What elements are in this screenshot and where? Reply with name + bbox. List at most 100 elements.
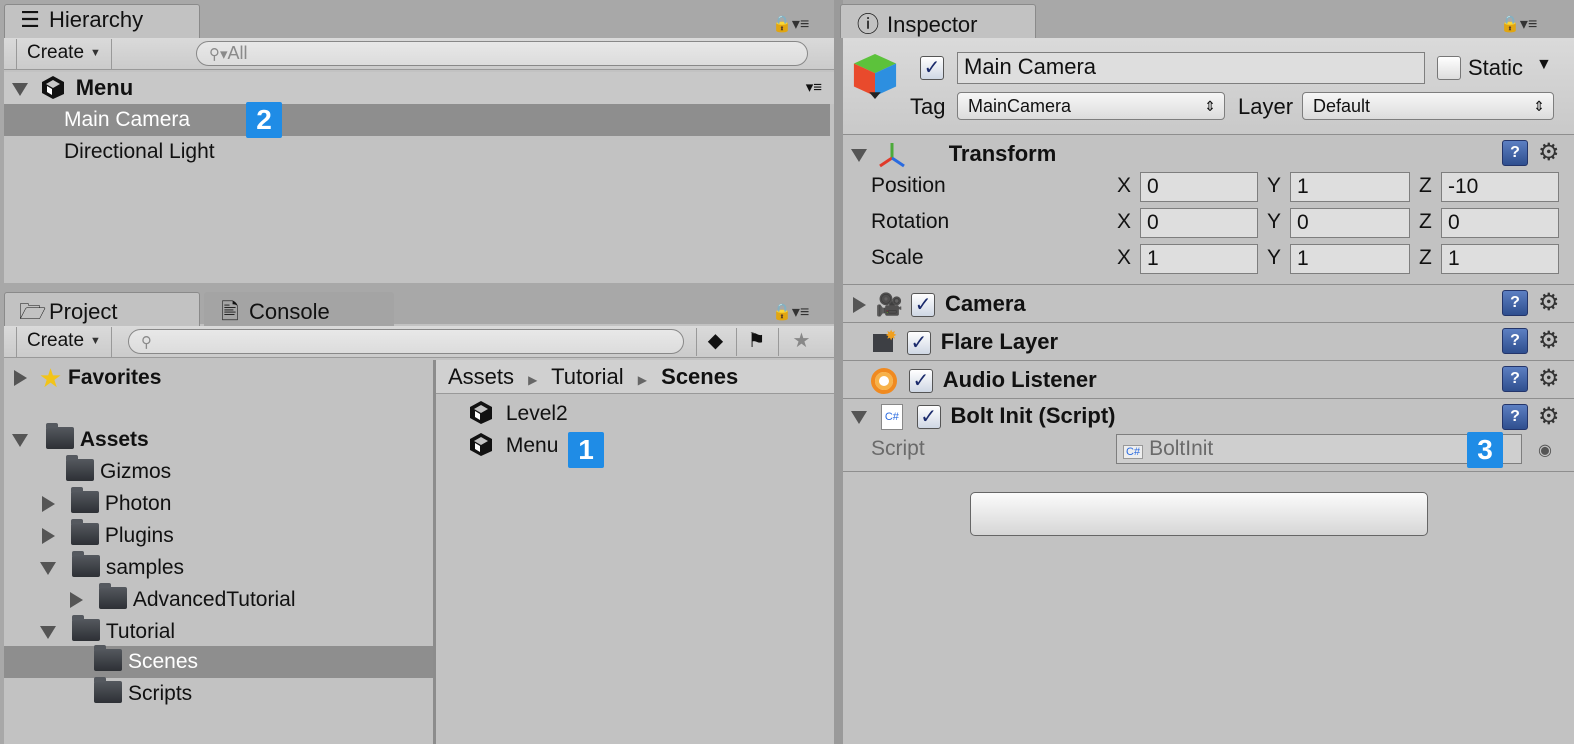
position-z-field[interactable]: -10 <box>1441 172 1559 202</box>
scale-x-field[interactable]: 1 <box>1140 244 1258 274</box>
axis-y-label: Y <box>1267 210 1282 233</box>
audio-listener-gear-icon[interactable]: ⚙ <box>1538 366 1560 392</box>
expand-triangle-icon[interactable] <box>40 561 56 575</box>
expand-triangle-icon[interactable] <box>42 528 55 545</box>
file-menu[interactable]: Menu <box>468 430 568 462</box>
tab-hierarchy[interactable]: ☰ Hierarchy <box>4 4 200 38</box>
tab-inspector[interactable]: ⓘ Inspector <box>840 4 1036 38</box>
unity-scene-icon <box>470 433 492 457</box>
rotation-y-field[interactable]: 0 <box>1290 208 1410 238</box>
add-component-button[interactable] <box>970 492 1428 536</box>
expand-triangle-icon[interactable] <box>12 433 28 447</box>
search-icon: ⚲▾ <box>209 46 228 63</box>
expand-triangle-icon[interactable] <box>12 82 28 96</box>
tag-dropdown[interactable]: MainCamera ⇕ <box>957 92 1225 120</box>
hierarchy-item-directional-light[interactable]: Directional Light <box>4 136 830 168</box>
scene-menu-icon[interactable]: ▾≡ <box>806 72 822 104</box>
csharp-script-icon: C# <box>880 404 903 431</box>
transform-gear-icon[interactable]: ⚙ <box>1538 140 1560 166</box>
breadcrumb-tutorial[interactable]: Tutorial <box>551 364 624 389</box>
static-dropdown-icon[interactable]: ▼ <box>1536 56 1552 74</box>
updown-icon: ⇕ <box>1533 98 1545 114</box>
tree-gizmos[interactable]: Gizmos <box>4 455 432 488</box>
hierarchy-scene-row[interactable]: Menu ▾≡ <box>4 72 834 104</box>
audio-listener-help-icon[interactable]: ? <box>1502 366 1528 392</box>
position-y-field[interactable]: 1 <box>1290 172 1410 202</box>
expand-triangle-icon[interactable] <box>853 297 866 314</box>
object-name-field[interactable]: Main Camera <box>957 52 1425 84</box>
project-search-input[interactable]: ⚲ <box>128 329 684 354</box>
scale-y-field[interactable]: 1 <box>1290 244 1410 274</box>
rotation-z-field[interactable]: 0 <box>1441 208 1559 238</box>
bolt-init-enabled-checkbox[interactable]: ✓ <box>916 405 941 430</box>
filter-by-label-icon[interactable]: ⚑ <box>736 328 776 356</box>
audio-listener-header[interactable]: ✓ Audio Listener <box>843 364 1493 396</box>
script-object-field: C# BoltInit <box>1116 434 1522 464</box>
camera-icon: 🎥 <box>875 292 904 318</box>
tree-plugins[interactable]: Plugins <box>4 519 432 552</box>
badge-3: 3 <box>1467 432 1503 468</box>
breadcrumb-assets[interactable]: Assets <box>448 364 514 389</box>
tab-console[interactable]: 🖹 Console <box>204 292 394 326</box>
bolt-init-help-icon[interactable]: ? <box>1502 404 1528 430</box>
object-picker-icon[interactable]: ◉ <box>1538 440 1552 460</box>
tree-advancedtutorial[interactable]: AdvancedTutorial <box>4 583 432 616</box>
file-level2[interactable]: Level2 <box>468 398 768 430</box>
project-lock-icon[interactable]: 🔒▾≡ <box>772 302 809 322</box>
tree-scripts[interactable]: Scripts <box>4 677 432 710</box>
camera-enabled-checkbox[interactable]: ✓ <box>911 293 936 318</box>
expand-triangle-icon[interactable] <box>42 496 55 513</box>
hierarchy-lock-icon[interactable]: 🔒▾≡ <box>772 14 809 34</box>
breadcrumb-arrow-icon: ▶ <box>637 373 648 387</box>
camera-gear-icon[interactable]: ⚙ <box>1538 290 1560 316</box>
star-icon[interactable]: ★ <box>778 328 824 356</box>
project-split-divider[interactable] <box>433 360 436 744</box>
expand-triangle-icon[interactable] <box>14 370 27 387</box>
audio-listener-enabled-checkbox[interactable]: ✓ <box>908 369 933 394</box>
inspector-lock-icon[interactable]: 🔒▾≡ <box>1500 14 1537 34</box>
breadcrumb-arrow-icon: ▶ <box>528 373 538 387</box>
updown-icon: ⇕ <box>1204 98 1216 114</box>
flare-layer-gear-icon[interactable]: ⚙ <box>1538 328 1560 354</box>
project-create-button[interactable]: Create ▼ <box>16 327 112 357</box>
bolt-init-header[interactable]: C# ✓ Bolt Init (Script) <box>843 400 1493 432</box>
expand-triangle-icon[interactable] <box>851 148 867 162</box>
static-checkbox[interactable] <box>1437 56 1461 80</box>
breadcrumb: Assets ▶ Tutorial ▶ Scenes <box>436 360 834 394</box>
axis-z-label: Z <box>1419 246 1432 269</box>
axis-z-label: Z <box>1419 210 1432 233</box>
hierarchy-search-input[interactable]: ⚲▾All <box>196 41 808 66</box>
camera-help-icon[interactable]: ? <box>1502 290 1528 316</box>
layer-dropdown[interactable]: Default ⇕ <box>1302 92 1554 120</box>
position-x-field[interactable]: 0 <box>1140 172 1258 202</box>
camera-header[interactable]: 🎥 ✓ Camera <box>843 288 1493 320</box>
folder-icon <box>70 519 99 546</box>
breadcrumb-scenes[interactable]: Scenes <box>661 364 738 389</box>
transform-help-icon[interactable]: ? <box>1502 140 1528 166</box>
hierarchy-item-main-camera[interactable]: Main Camera <box>4 104 830 136</box>
flare-layer-header[interactable]: ✸ ✓ Flare Layer <box>843 326 1493 358</box>
scale-z-field[interactable]: 1 <box>1441 244 1559 274</box>
scale-label: Scale <box>871 246 924 269</box>
filter-by-type-icon[interactable]: ◆ <box>696 328 734 356</box>
flare-layer-help-icon[interactable]: ? <box>1502 328 1528 354</box>
tree-scenes[interactable]: Scenes <box>4 645 433 678</box>
tree-favorites[interactable]: ★ Favorites <box>4 362 432 394</box>
tree-tutorial[interactable]: Tutorial <box>4 615 432 648</box>
tab-project[interactable]: 🗁 Project <box>4 292 200 326</box>
expand-triangle-icon[interactable] <box>40 625 56 639</box>
bolt-init-gear-icon[interactable]: ⚙ <box>1538 404 1560 430</box>
tree-photon[interactable]: Photon <box>4 487 432 520</box>
layer-label: Layer <box>1238 94 1294 119</box>
expand-triangle-icon[interactable] <box>851 410 867 424</box>
hierarchy-create-button[interactable]: Create ▼ <box>16 39 112 69</box>
tree-assets[interactable]: Assets <box>4 423 432 456</box>
unity-scene-icon <box>41 76 64 100</box>
object-active-checkbox[interactable]: ✓ <box>920 56 944 80</box>
tree-samples[interactable]: samples <box>4 551 432 584</box>
flare-layer-enabled-checkbox[interactable]: ✓ <box>906 331 931 356</box>
transform-header[interactable]: Transform <box>843 138 1574 170</box>
hierarchy-list-icon: ☰ <box>20 7 40 32</box>
expand-triangle-icon[interactable] <box>70 592 83 609</box>
rotation-x-field[interactable]: 0 <box>1140 208 1258 238</box>
